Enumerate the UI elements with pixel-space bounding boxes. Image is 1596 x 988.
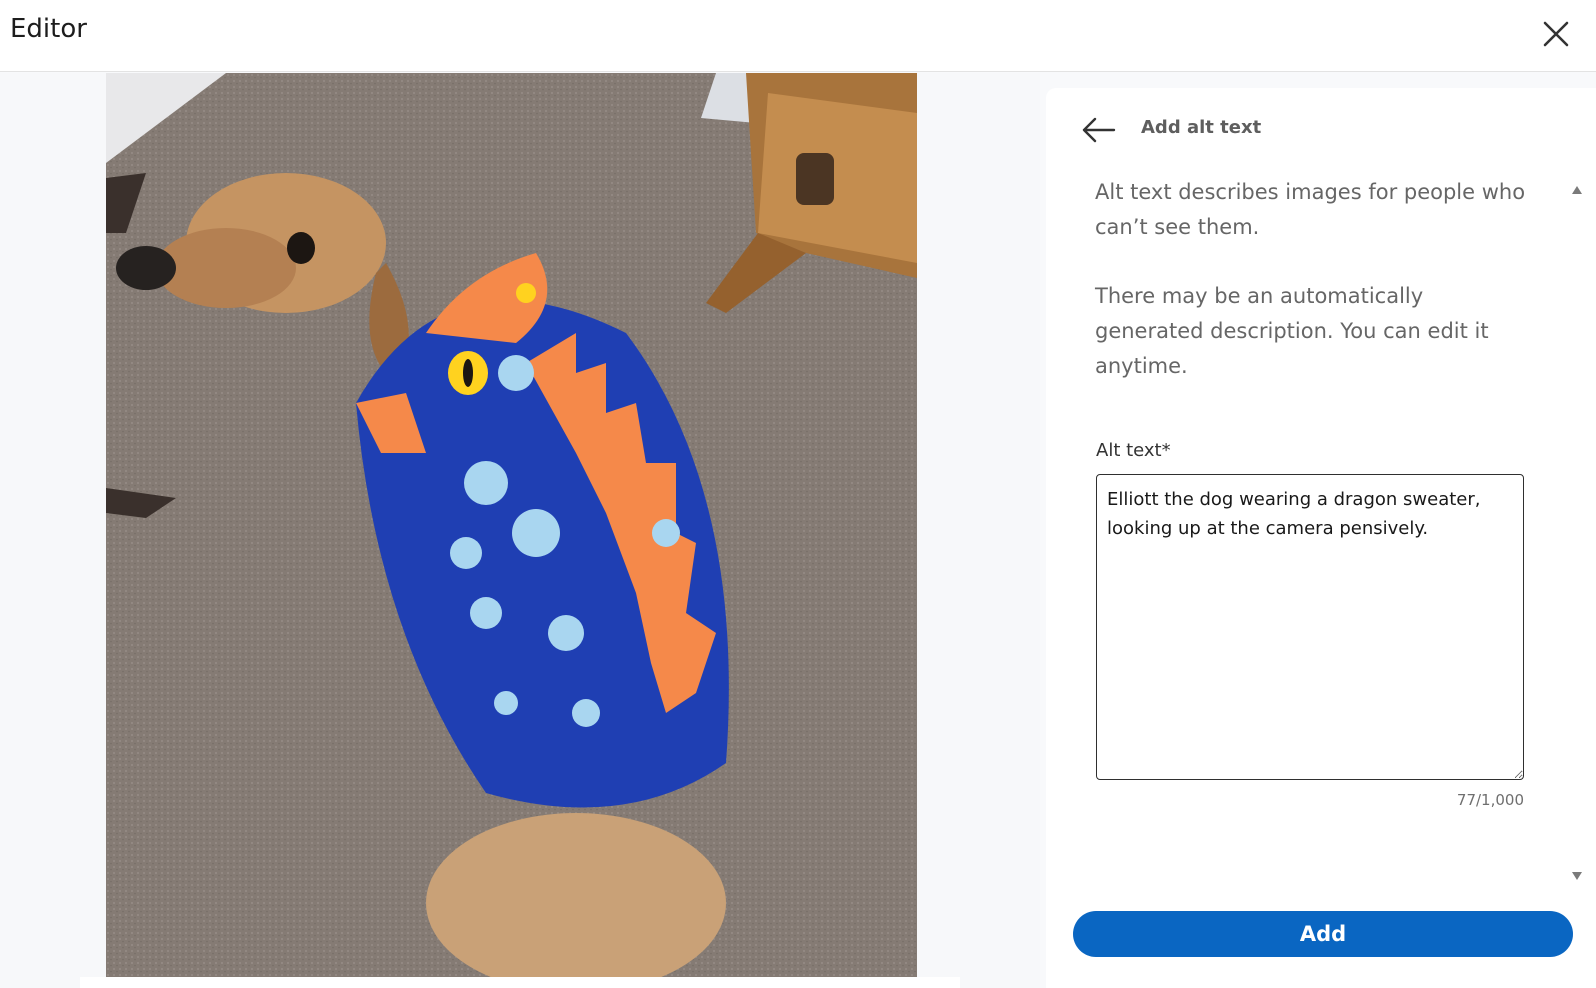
panel-title: Add alt text: [1141, 117, 1262, 138]
alt-text-label: Alt text*: [1096, 440, 1171, 461]
panel-description: Alt text describes images for people who…: [1095, 175, 1535, 384]
canvas-footer: [80, 977, 960, 988]
editor-title: Editor: [10, 14, 87, 44]
image-canvas: [0, 73, 1040, 988]
editor-header: Editor: [0, 0, 1596, 72]
dog-photo: [106, 73, 917, 977]
scroll-down-arrow-icon[interactable]: [1571, 871, 1583, 881]
alt-text-panel: Add alt text Alt text describes images f…: [1046, 88, 1596, 988]
character-counter: 77/1,000: [1456, 791, 1524, 809]
back-button[interactable]: [1078, 114, 1118, 146]
arrow-left-icon: [1082, 117, 1116, 143]
add-button[interactable]: Add: [1073, 911, 1573, 957]
description-line-2: There may be an automatically generated …: [1095, 284, 1489, 378]
close-button[interactable]: [1536, 14, 1576, 54]
description-line-1: Alt text describes images for people who…: [1095, 180, 1526, 239]
scroll-up-arrow-icon[interactable]: [1571, 185, 1583, 195]
close-icon: [1543, 21, 1569, 47]
alt-text-input[interactable]: Elliott the dog wearing a dragon sweater…: [1096, 474, 1524, 780]
